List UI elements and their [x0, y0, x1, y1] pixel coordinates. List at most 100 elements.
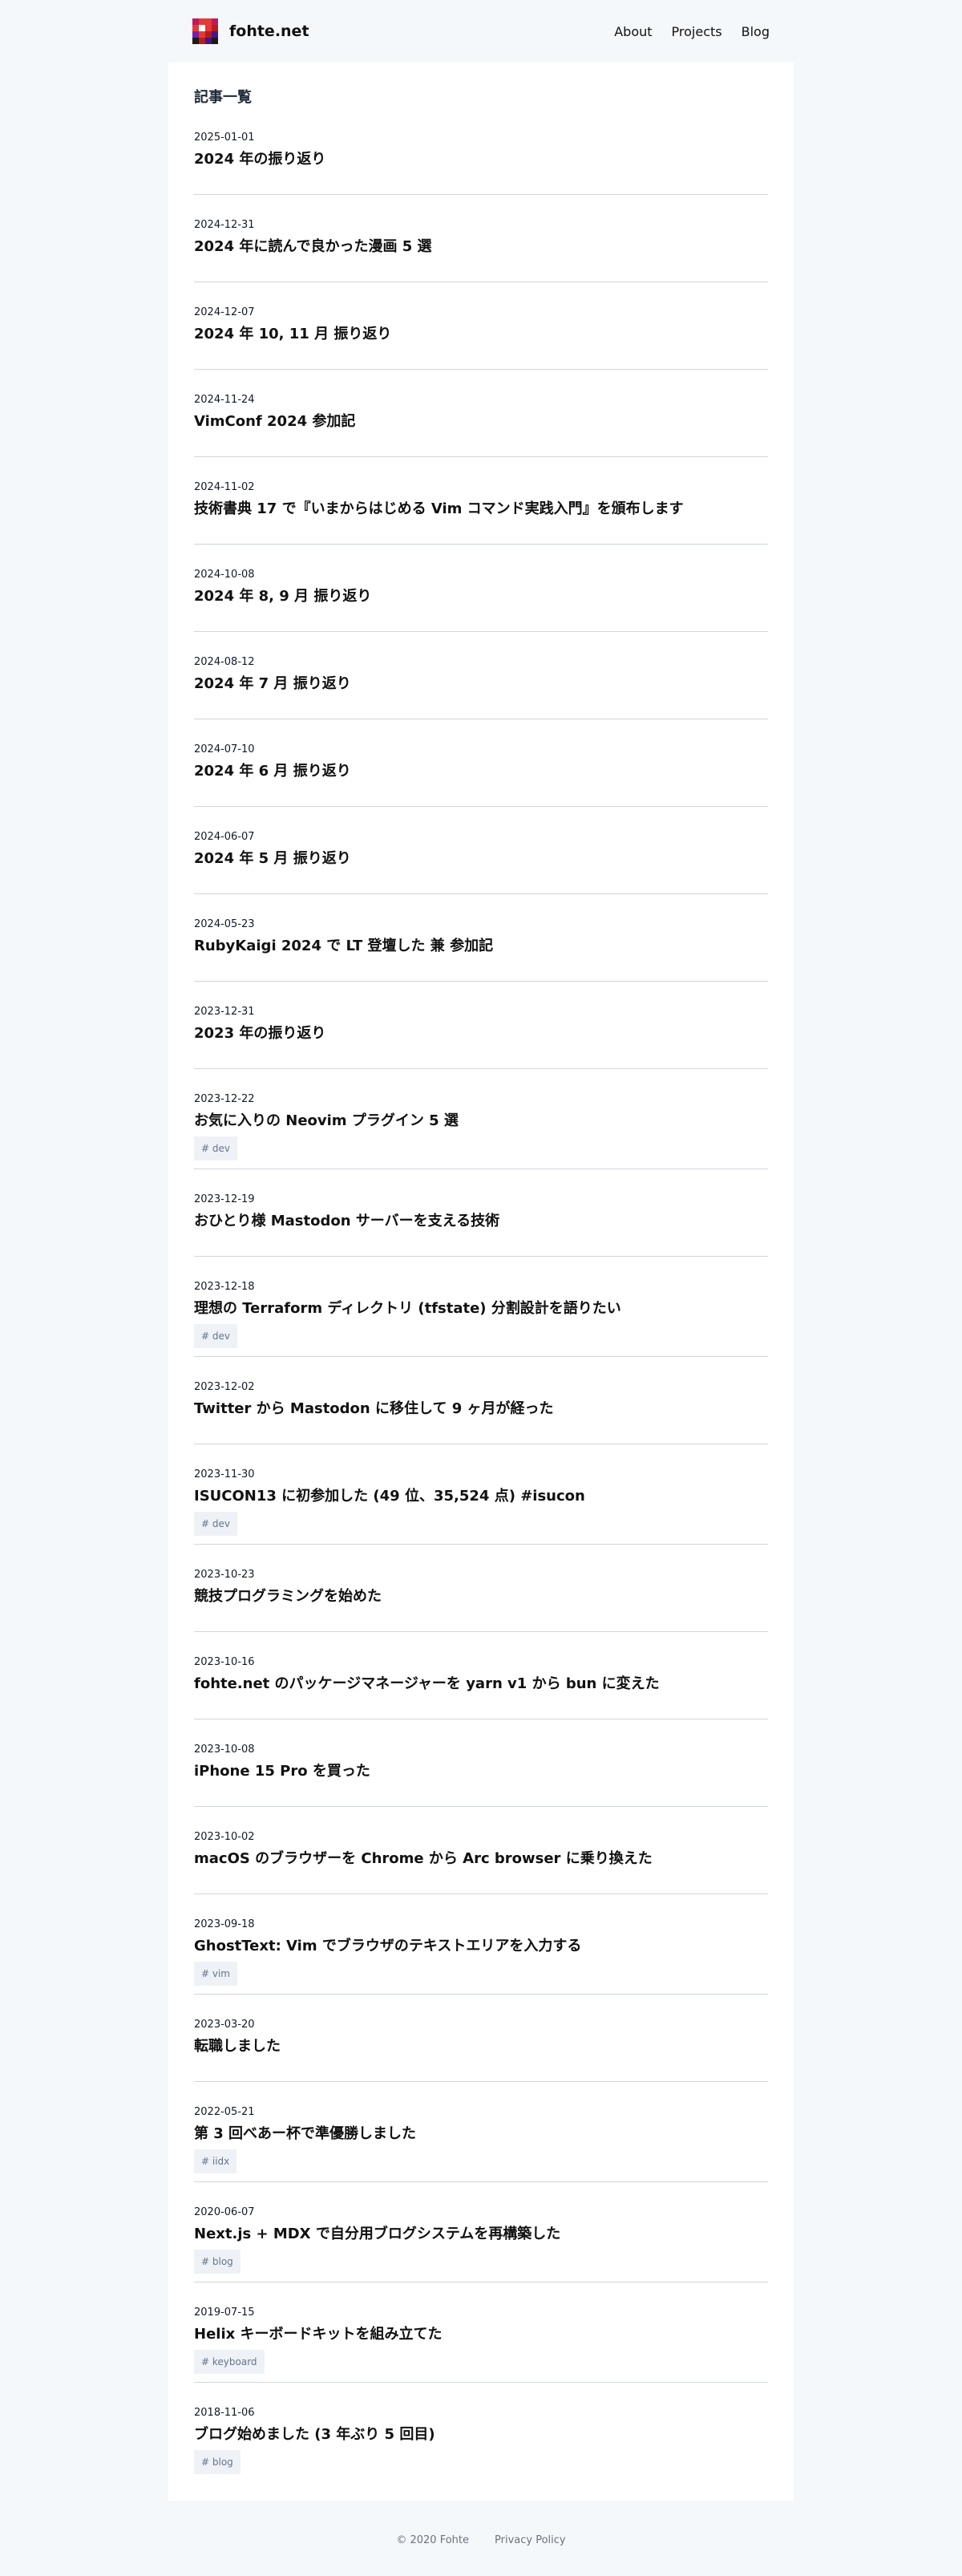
post-tags: # iidx: [194, 2149, 768, 2175]
post-item: 2018-11-06 ブログ始めました (3 年ぶり 5 回目) # blog: [194, 2383, 768, 2482]
post-title-link[interactable]: 技術書典 17 で『いまからはじめる Vim コマンド実践入門』を頒布します: [194, 499, 768, 520]
post-title-link[interactable]: 転職しました: [194, 2036, 768, 2057]
post-item: 2023-09-18 GhostText: Vim でブラウザのテキストエリアを入…: [194, 1894, 768, 1995]
post-date: 2023-10-23: [194, 1569, 255, 1581]
post-title-link[interactable]: 2024 年 7 月 振り返り: [194, 674, 768, 695]
tag-link[interactable]: # dev: [194, 1136, 237, 1160]
post-title-link[interactable]: Next.js + MDX で自分用ブログシステムを再構築した: [194, 2224, 768, 2245]
post-tags: # dev: [194, 1324, 768, 1350]
post-title-link[interactable]: おひとり様 Mastodon サーバーを支える技術: [194, 1211, 768, 1232]
post-item: 2023-12-31 2023 年の振り返り: [194, 982, 768, 1069]
post-title-link[interactable]: 2024 年 6 月 振り返り: [194, 761, 768, 782]
post-title-link[interactable]: macOS のブラウザーを Chrome から Arc browser に乗り換…: [194, 1849, 768, 1869]
nav-blog-link[interactable]: Blog: [742, 24, 770, 39]
post-tags: # dev: [194, 1512, 768, 1537]
post-item: 2023-12-19 おひとり様 Mastodon サーバーを支える技術: [194, 1169, 768, 1257]
post-title-link[interactable]: 2024 年の振り返り: [194, 149, 768, 170]
post-item: 2024-11-24 VimConf 2024 参加記: [194, 370, 768, 457]
post-item: 2019-07-15 Helix キーボードキットを組み立てた # keyboard: [194, 2282, 768, 2383]
post-item: 2020-06-07 Next.js + MDX で自分用ブログシステムを再構築し…: [194, 2182, 768, 2282]
tag-link[interactable]: # keyboard: [194, 2350, 265, 2374]
post-date: 2020-06-07: [194, 2206, 255, 2218]
post-item: 2023-10-08 iPhone 15 Pro を買った: [194, 1719, 768, 1807]
post-title-link[interactable]: 2024 年 8, 9 月 振り返り: [194, 586, 768, 607]
pixel-art-logo-icon: [192, 18, 218, 44]
post-title-link[interactable]: Helix キーボードキットを組み立てた: [194, 2324, 768, 2345]
post-item: 2022-05-21 第 3 回べあー杯で準優勝しました # iidx: [194, 2082, 768, 2182]
privacy-policy-link[interactable]: Privacy Policy: [495, 2534, 566, 2546]
post-item: 2024-12-07 2024 年 10, 11 月 振り返り: [194, 282, 768, 370]
post-title-link[interactable]: 競技プログラミングを始めた: [194, 1586, 768, 1607]
tag-link[interactable]: # blog: [194, 2450, 240, 2474]
post-title-link[interactable]: 2024 年 5 月 振り返り: [194, 849, 768, 869]
post-title-link[interactable]: iPhone 15 Pro を買った: [194, 1761, 768, 1782]
post-title-link[interactable]: ブログ始めました (3 年ぶり 5 回目): [194, 2424, 768, 2445]
post-title-link[interactable]: ISUCON13 に初参加した (49 位、35,524 点) #isucon: [194, 1486, 768, 1507]
post-title-link[interactable]: VimConf 2024 参加記: [194, 411, 768, 432]
post-item: 2024-10-08 2024 年 8, 9 月 振り返り: [194, 545, 768, 632]
post-title-link[interactable]: fohte.net のパッケージマネージャーを yarn v1 から bun に…: [194, 1674, 768, 1695]
post-title-link[interactable]: 2023 年の振り返り: [194, 1023, 768, 1044]
tag-link[interactable]: # vim: [194, 1962, 237, 1986]
post-tags: # vim: [194, 1962, 768, 1987]
post-item: 2023-03-20 転職しました: [194, 1995, 768, 2082]
post-tags: # keyboard: [194, 2350, 768, 2376]
tag-link[interactable]: # blog: [194, 2250, 240, 2274]
post-date: 2023-12-22: [194, 1093, 255, 1105]
post-date: 2024-12-31: [194, 219, 255, 231]
post-date: 2023-12-19: [194, 1193, 255, 1205]
post-date: 2024-12-07: [194, 306, 255, 318]
post-date: 2023-11-30: [194, 1468, 255, 1480]
tag-link[interactable]: # iidx: [194, 2149, 237, 2173]
post-item: 2024-07-10 2024 年 6 月 振り返り: [194, 719, 768, 807]
post-item: 2024-11-02 技術書典 17 で『いまからはじめる Vim コマンド実践入…: [194, 457, 768, 545]
post-item: 2025-01-01 2024 年の振り返り: [194, 132, 768, 195]
post-date: 2024-07-10: [194, 743, 255, 755]
post-date: 2023-12-31: [194, 1006, 255, 1018]
post-date: 2024-06-07: [194, 831, 255, 843]
post-item: 2023-10-02 macOS のブラウザーを Chrome から Arc br…: [194, 1807, 768, 1894]
brand-link[interactable]: fohte.net: [192, 18, 309, 44]
site-footer: © 2020 Fohte Privacy Policy: [0, 2534, 962, 2546]
post-date: 2023-10-08: [194, 1744, 255, 1756]
post-tags: # blog: [194, 2250, 768, 2275]
post-item: 2023-11-30 ISUCON13 に初参加した (49 位、35,524 点…: [194, 1444, 768, 1545]
post-item: 2024-12-31 2024 年に読んで良かった漫画 5 選: [194, 195, 768, 282]
nav-about-link[interactable]: About: [614, 24, 652, 39]
post-title-link[interactable]: RubyKaigi 2024 で LT 登壇した 兼 参加記: [194, 936, 768, 957]
section-title: 記事一覧: [194, 89, 252, 106]
post-title-link[interactable]: GhostText: Vim でブラウザのテキストエリアを入力する: [194, 1936, 768, 1957]
post-item: 2024-08-12 2024 年 7 月 振り返り: [194, 632, 768, 719]
post-item: 2023-12-18 理想の Terraform ディレクトリ (tfstate)…: [194, 1257, 768, 1357]
post-date: 2018-11-06: [194, 2407, 255, 2419]
nav-projects-link[interactable]: Projects: [672, 24, 722, 39]
post-title-link[interactable]: お気に入りの Neovim プラグイン 5 選: [194, 1111, 768, 1132]
post-list-card: 記事一覧 2025-01-01 2024 年の振り返り 2024-12-31 2024…: [168, 63, 794, 2501]
post-item: 2024-06-07 2024 年 5 月 振り返り: [194, 807, 768, 894]
tag-link[interactable]: # dev: [194, 1324, 237, 1348]
post-title-link[interactable]: 第 3 回べあー杯で準優勝しました: [194, 2124, 768, 2145]
post-date: 2023-03-20: [194, 2019, 255, 2031]
post-date: 2024-10-08: [194, 569, 255, 581]
copyright-text: © 2020 Fohte: [396, 2534, 470, 2546]
post-title-link[interactable]: Twitter から Mastodon に移住して 9 ヶ月が経った: [194, 1399, 768, 1420]
post-date: 2019-07-15: [194, 2307, 255, 2319]
post-date: 2023-09-18: [194, 1918, 255, 1930]
main-nav: About Projects Blog: [614, 24, 770, 39]
post-item: 2023-12-22 お気に入りの Neovim プラグイン 5 選 # dev: [194, 1069, 768, 1169]
post-title-link[interactable]: 理想の Terraform ディレクトリ (tfstate) 分割設計を語りたい: [194, 1298, 768, 1319]
post-title-link[interactable]: 2024 年 10, 11 月 振り返り: [194, 324, 768, 345]
post-date: 2024-11-24: [194, 394, 255, 406]
post-item: 2024-05-23 RubyKaigi 2024 で LT 登壇した 兼 参加記: [194, 894, 768, 982]
post-date: 2025-01-01: [194, 132, 255, 144]
post-date: 2024-08-12: [194, 656, 255, 668]
post-date: 2024-11-02: [194, 481, 255, 493]
tag-link[interactable]: # dev: [194, 1512, 237, 1536]
post-date: 2023-12-02: [194, 1381, 255, 1393]
post-title-link[interactable]: 2024 年に読んで良かった漫画 5 選: [194, 237, 768, 257]
site-name: fohte.net: [229, 22, 309, 40]
post-date: 2023-12-18: [194, 1281, 255, 1293]
site-header: fohte.net About Projects Blog: [0, 0, 962, 63]
post-date: 2024-05-23: [194, 918, 255, 930]
post-item: 2023-10-16 fohte.net のパッケージマネージャーを yarn v…: [194, 1632, 768, 1719]
